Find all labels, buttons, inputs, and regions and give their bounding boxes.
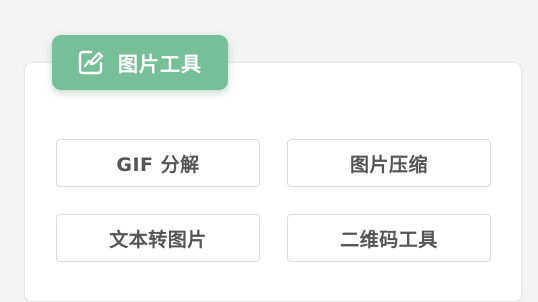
text-to-image-label: 文本转图片 — [109, 228, 207, 251]
image-compress-button[interactable]: 图片压缩 — [287, 139, 491, 187]
panel-title-tag: 图片工具 — [52, 35, 228, 90]
qrcode-tool-label: 二维码工具 — [340, 228, 438, 251]
image-compress-label: 图片压缩 — [349, 153, 428, 176]
gif-split-label: GIF 分解 — [116, 153, 200, 176]
gif-split-button[interactable]: GIF 分解 — [56, 139, 260, 187]
text-to-image-button[interactable]: 文本转图片 — [56, 214, 260, 262]
panel-title: 图片工具 — [118, 52, 202, 76]
qrcode-tool-button[interactable]: 二维码工具 — [287, 214, 491, 262]
image-edit-icon — [77, 49, 104, 76]
